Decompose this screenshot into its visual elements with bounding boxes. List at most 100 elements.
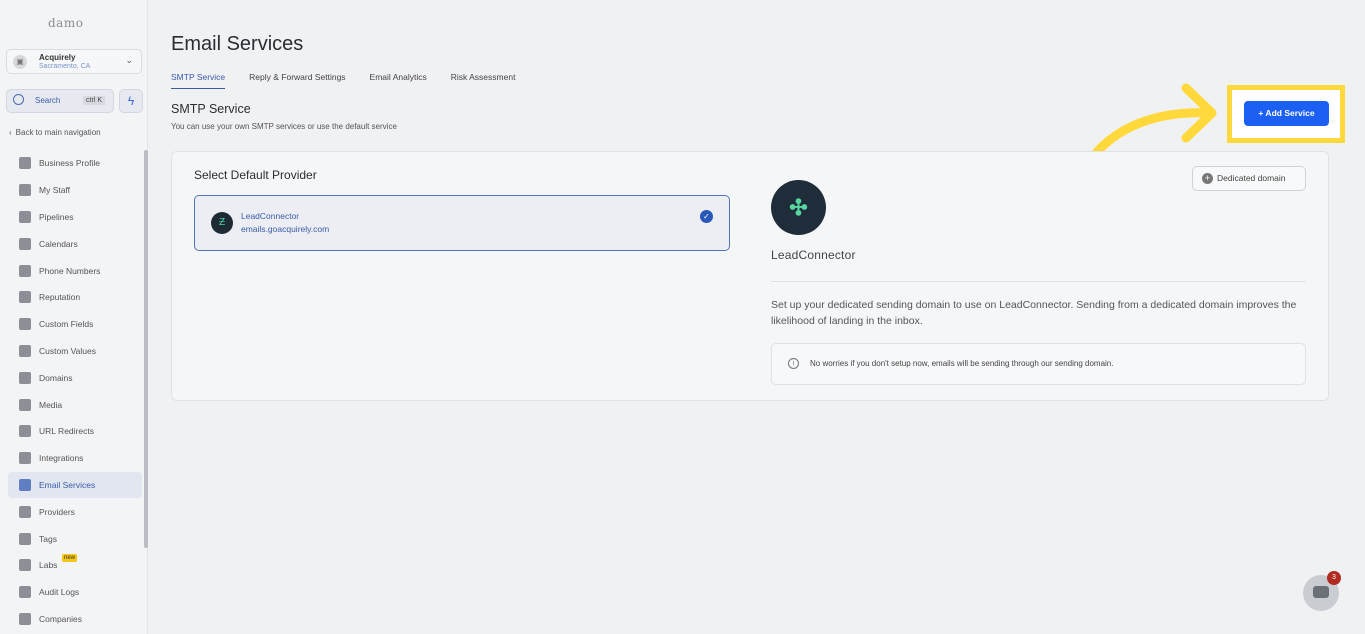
calendar-icon [19, 237, 31, 250]
account-switcher[interactable]: ▣ Acquirely Sacramento, CA ⌄ [6, 49, 142, 74]
media-icon [19, 398, 31, 411]
sidebar-item-integrations[interactable]: Integrations [8, 445, 142, 472]
phone-icon [19, 264, 31, 277]
diamond-icon [19, 344, 31, 357]
search-button[interactable]: Search ctrl K [6, 89, 114, 113]
provider-card: Select Default Provider Ƶ LeadConnector … [171, 151, 1329, 401]
star-icon [19, 291, 31, 304]
plus-circle-icon: + [1202, 173, 1213, 184]
business-profile-icon [19, 157, 31, 170]
chevron-left-icon: ‹ [9, 128, 12, 137]
user-icon [19, 184, 31, 197]
sidebar-item-custom-fields[interactable]: Custom Fields [8, 311, 142, 338]
tab-reply-forward-settings[interactable]: Reply & Forward Settings [249, 72, 345, 89]
section-title: SMTP Service [171, 102, 251, 116]
dedicated-domain-label: Dedicated domain [1217, 173, 1286, 183]
settings-nav: Business Profile My Staff Pipelines Cale… [8, 150, 142, 632]
sidebar-item-tags[interactable]: Tags [8, 525, 142, 552]
integrations-icon [19, 452, 31, 465]
sidebar-item-label: My Staff [39, 185, 71, 196]
sidebar-item-label: Calendars [39, 238, 78, 249]
flask-icon [19, 559, 31, 572]
divider [771, 281, 1306, 282]
providers-icon [19, 505, 31, 518]
search-shortcut: ctrl K [83, 96, 105, 105]
tab-email-analytics[interactable]: Email Analytics [370, 72, 427, 89]
account-location: Sacramento, CA [39, 63, 91, 70]
search-icon [13, 94, 24, 105]
sidebar-item-label: Audit Logs [39, 587, 80, 598]
sidebar-item-label: Media [39, 399, 63, 410]
sidebar-item-label: Phone Numbers [39, 265, 101, 276]
leadconnector-logo-icon: ✣ [771, 180, 826, 235]
sidebar-item-business-profile[interactable]: Business Profile [8, 150, 142, 177]
provider-description: Set up your dedicated sending domain to … [771, 299, 1297, 327]
search-label: Search [35, 96, 61, 105]
sidebar-item-custom-values[interactable]: Custom Values [8, 338, 142, 365]
account-name: Acquirely [39, 53, 76, 62]
tab-risk-assessment[interactable]: Risk Assessment [451, 72, 516, 89]
tag-icon [19, 532, 31, 545]
sidebar-scrollbar[interactable] [144, 150, 148, 548]
bar-chart-icon [19, 586, 31, 599]
section-subtitle: You can use your own SMTP services or us… [171, 122, 397, 131]
sidebar: damo ▣ Acquirely Sacramento, CA ⌄ Search… [0, 0, 148, 634]
redirect-icon [19, 425, 31, 438]
sidebar-item-my-staff[interactable]: My Staff [8, 177, 142, 204]
sidebar-item-reputation[interactable]: Reputation [8, 284, 142, 311]
sidebar-item-url-redirects[interactable]: URL Redirects [8, 418, 142, 445]
page-title: Email Services [171, 33, 304, 55]
sidebar-item-label: Domains [39, 372, 73, 383]
sidebar-item-label: Tags [39, 533, 57, 544]
company-logo: damo [48, 16, 84, 30]
check-circle-icon: ✓ [700, 210, 713, 223]
provider-option-leadconnector[interactable]: Ƶ LeadConnector emails.goacquirely.com ✓ [194, 195, 730, 251]
notification-badge: 3 [1327, 571, 1341, 585]
building-icon [19, 612, 31, 625]
info-notice: i No worries if you don't setup now, ema… [771, 343, 1306, 385]
sidebar-item-audit-logs[interactable]: Audit Logs [8, 579, 142, 606]
custom-fields-icon [19, 318, 31, 331]
provider-detail-name: LeadConnector [771, 248, 856, 262]
sidebar-item-label: Custom Fields [39, 319, 94, 330]
sidebar-item-label: Email Services [39, 479, 96, 490]
chat-widget-button[interactable]: 3 [1303, 571, 1341, 611]
sidebar-item-label: Pipelines [39, 211, 74, 222]
sidebar-item-pipelines[interactable]: Pipelines [8, 204, 142, 231]
globe-icon [19, 371, 31, 384]
email-icon [19, 478, 31, 491]
sidebar-item-label: URL Redirects [39, 426, 94, 437]
sidebar-item-providers[interactable]: Providers [8, 498, 142, 525]
new-badge: new [62, 553, 78, 562]
tab-smtp-service[interactable]: SMTP Service [171, 72, 226, 89]
chat-icon [1313, 586, 1329, 598]
info-text: No worries if you don't setup now, email… [810, 359, 1114, 368]
chevron-down-icon: ⌄ [125, 55, 133, 65]
sidebar-item-calendars[interactable]: Calendars [8, 230, 142, 257]
provider-domain: emails.goacquirely.com [241, 224, 330, 234]
sidebar-item-label: Integrations [39, 453, 84, 464]
sidebar-item-companies[interactable]: Companies [8, 606, 142, 633]
sidebar-item-label: Custom Values [39, 345, 97, 356]
sidebar-item-label: Reputation [39, 292, 81, 303]
leadconnector-logo-icon: Ƶ [211, 212, 233, 234]
back-to-main-nav-link[interactable]: ‹ Back to main navigation [9, 128, 101, 137]
sidebar-item-label: Providers [39, 506, 75, 517]
dedicated-domain-button[interactable]: + Dedicated domain [1192, 166, 1306, 191]
sidebar-item-media[interactable]: Media [8, 391, 142, 418]
sidebar-item-label: Business Profile [39, 158, 100, 169]
sidebar-item-labs[interactable]: Labs new [8, 552, 142, 579]
sidebar-item-domains[interactable]: Domains [8, 364, 142, 391]
info-icon: i [788, 358, 799, 369]
back-label: Back to main navigation [15, 128, 101, 137]
sidebar-item-label: Labs [39, 560, 58, 571]
lightning-icon[interactable]: ϟ [119, 89, 143, 113]
add-service-button[interactable]: + Add Service [1244, 101, 1329, 126]
sidebar-item-phone-numbers[interactable]: Phone Numbers [8, 257, 142, 284]
building-icon: ▣ [13, 55, 27, 69]
select-provider-label: Select Default Provider [194, 168, 317, 182]
provider-name: LeadConnector [241, 211, 300, 221]
filter-icon [19, 210, 31, 223]
sidebar-item-email-services[interactable]: Email Services [8, 471, 142, 499]
sidebar-item-label: Companies [39, 613, 82, 624]
